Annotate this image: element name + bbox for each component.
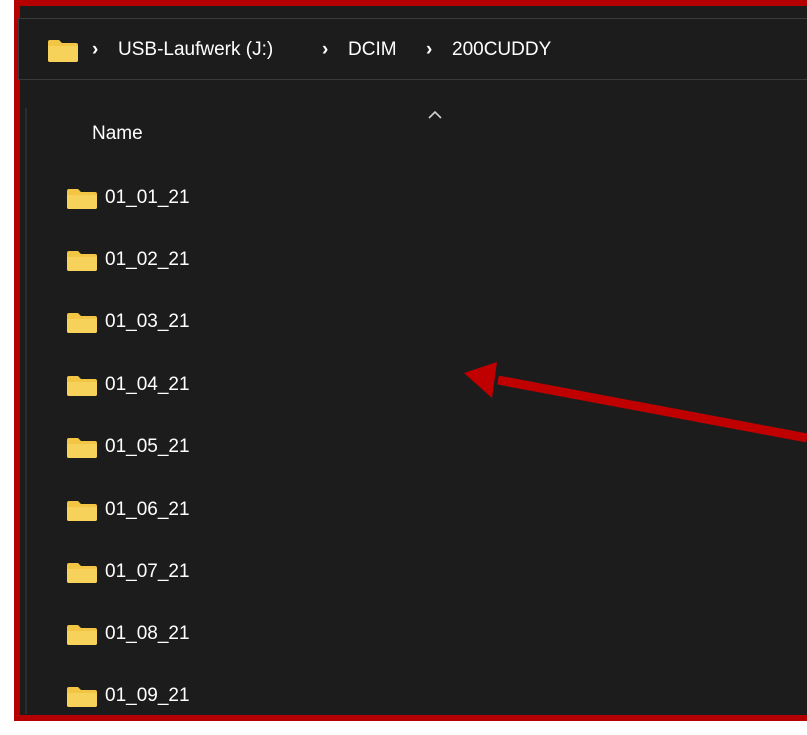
annotation-arrow bbox=[464, 362, 807, 443]
